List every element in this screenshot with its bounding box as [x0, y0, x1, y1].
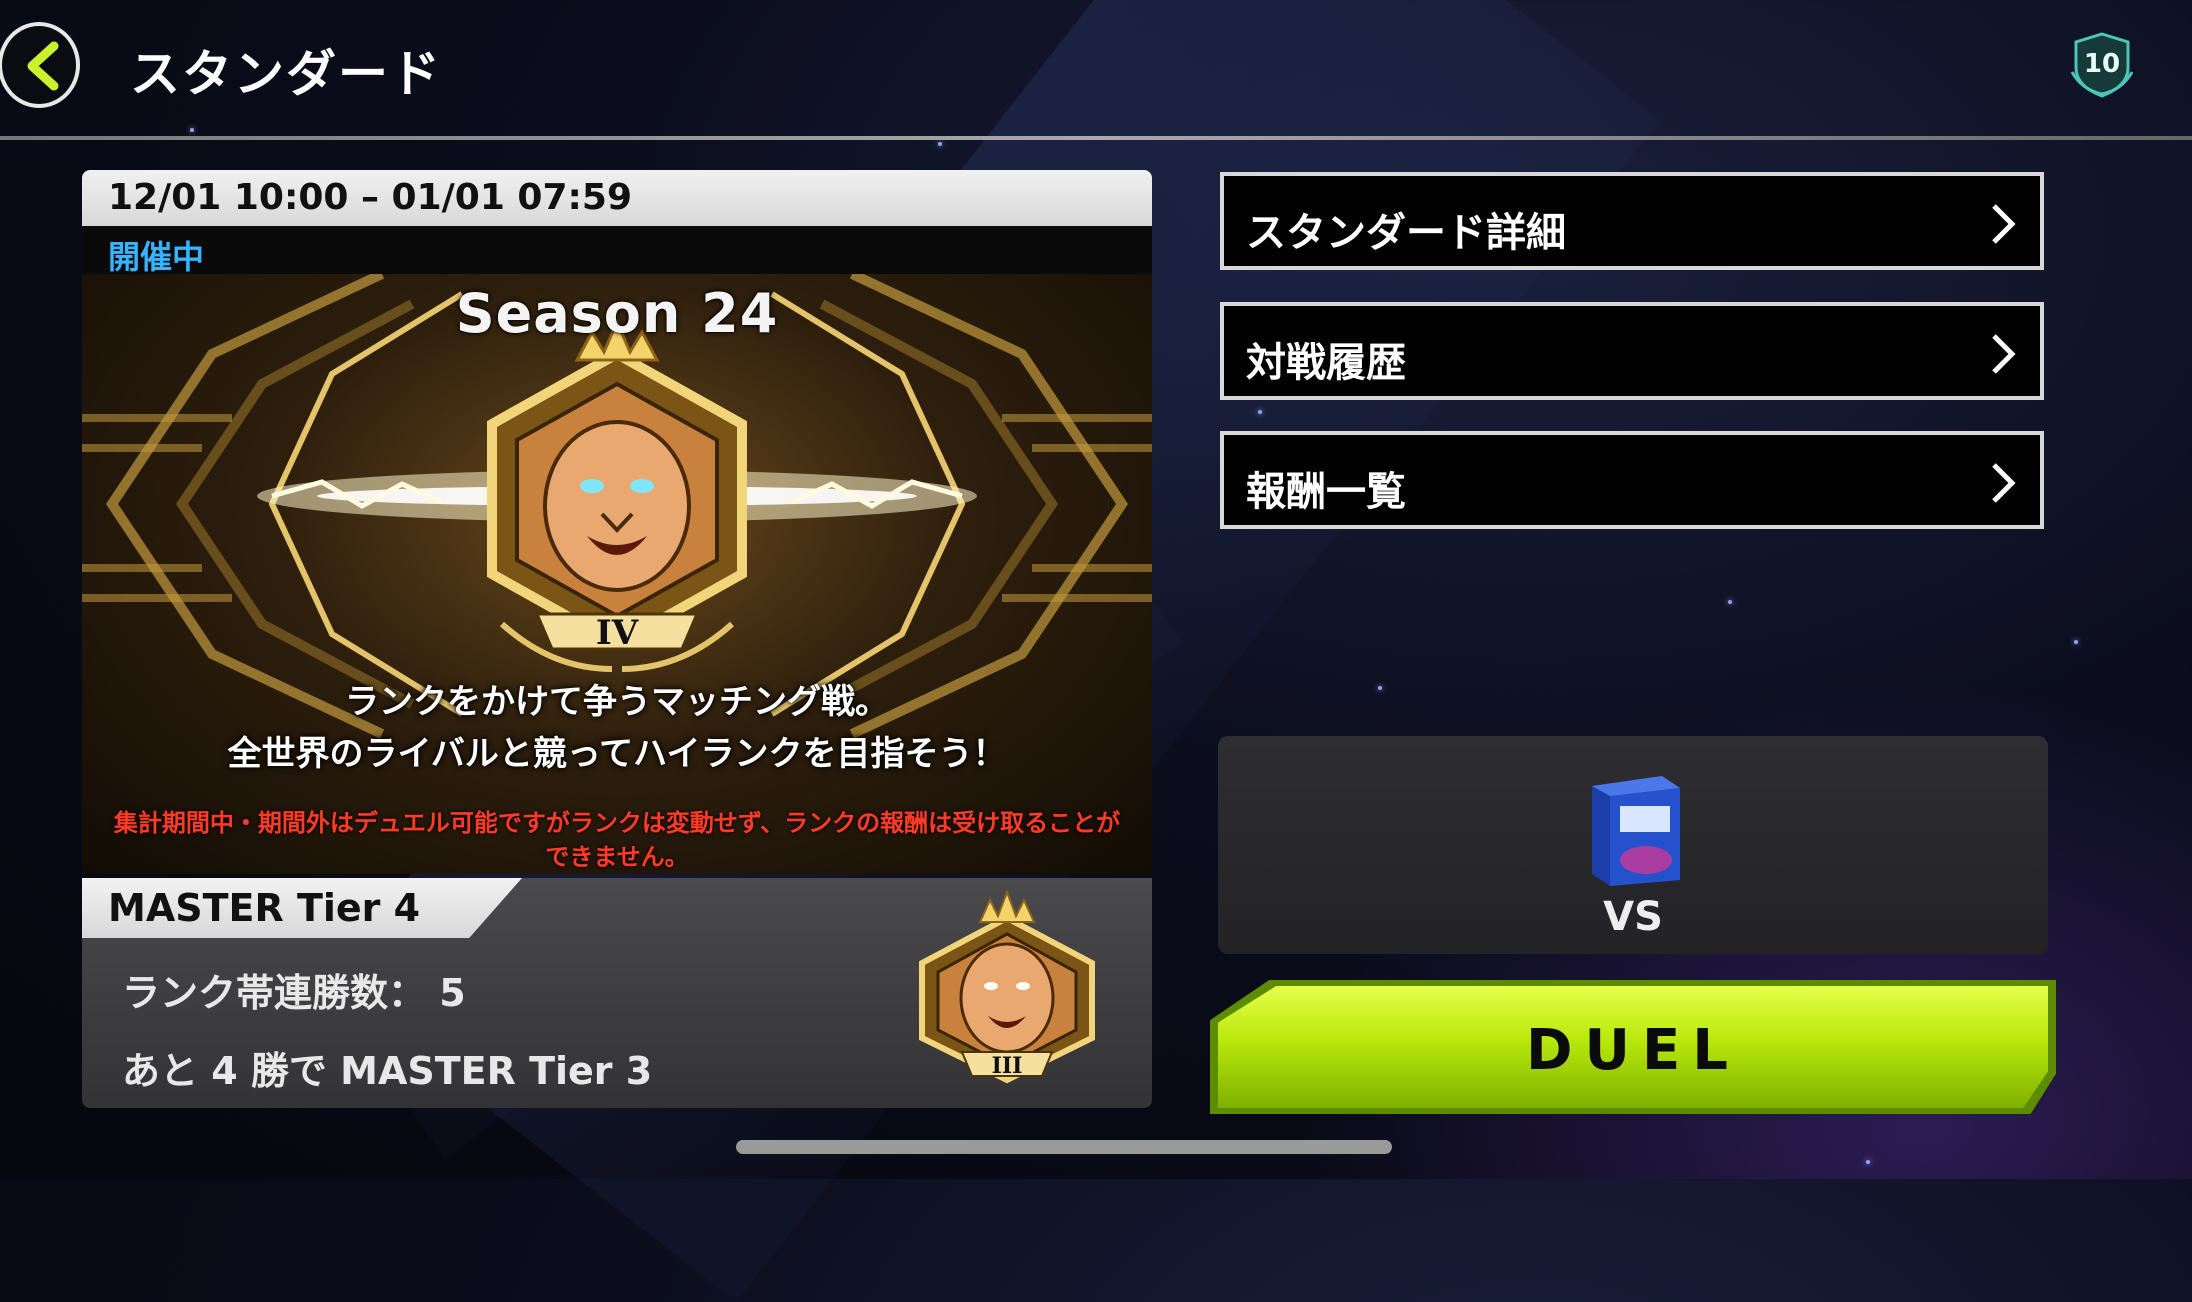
rank-badge-number: 10: [2084, 49, 2120, 79]
win-streak: ランク帯連勝数： 5: [122, 971, 466, 1015]
season-description: 全世界のライバルと競ってハイランクを目指そう！: [227, 734, 1007, 774]
sparkle: [1258, 410, 1262, 414]
season-period: 12/01 10:00 – 01/01 07:59: [82, 170, 1152, 226]
duel-button-label: DUEL: [1526, 1018, 1740, 1083]
sparkle: [1866, 1160, 1870, 1164]
header-divider: [0, 136, 2192, 140]
season-card: 12/01 10:00 – 01/01 07:59 開催中 IV Season …: [82, 170, 1152, 1108]
menu-label: 対戦履歴: [1246, 340, 1406, 386]
sparkle: [1378, 686, 1382, 690]
next-tier-progress: あと 4 勝で MASTER Tier 3: [122, 1049, 653, 1093]
emblem-tier: IV: [596, 613, 639, 653]
chevron-right-icon: [1992, 463, 2016, 503]
status-band: [82, 226, 1152, 274]
chevron-right-icon: [1992, 334, 2016, 374]
current-tier: MASTER Tier 4: [108, 886, 421, 930]
status-label: 開催中: [108, 238, 205, 276]
match-history-button[interactable]: 対戦履歴: [1220, 302, 2044, 400]
small-emblem-tier: III: [992, 1053, 1023, 1079]
back-button[interactable]: [0, 22, 80, 108]
menu-label: 報酬一覧: [1246, 469, 1406, 515]
standard-details-button[interactable]: スタンダード詳細: [1220, 172, 2044, 270]
deck-case-icon[interactable]: [1584, 772, 1684, 892]
rank-badge-icon[interactable]: 10: [2068, 32, 2136, 102]
sparkle: [190, 128, 194, 132]
season-title: Season 24: [455, 282, 779, 345]
chevron-left-icon: [27, 41, 59, 91]
sparkle: [938, 142, 942, 146]
sparkle: [2074, 640, 2078, 644]
rank-emblem-icon: III: [902, 888, 1112, 1088]
season-emblem-art: IV: [82, 274, 1152, 874]
page-title: スタンダード: [130, 45, 442, 103]
chevron-right-icon: [1992, 204, 2016, 244]
sparkle: [1728, 600, 1732, 604]
vs-label: VS: [1603, 894, 1663, 940]
rewards-list-button[interactable]: 報酬一覧: [1220, 431, 2044, 529]
season-description: ランクをかけて争うマッチング戦。: [345, 682, 889, 722]
season-warning: 集計期間中・期間外はデュエル可能ですがランクは変動せず、ランクの報酬は受け取るこ…: [113, 809, 1121, 871]
menu-label: スタンダード詳細: [1246, 210, 1566, 256]
home-indicator[interactable]: [736, 1140, 1392, 1154]
